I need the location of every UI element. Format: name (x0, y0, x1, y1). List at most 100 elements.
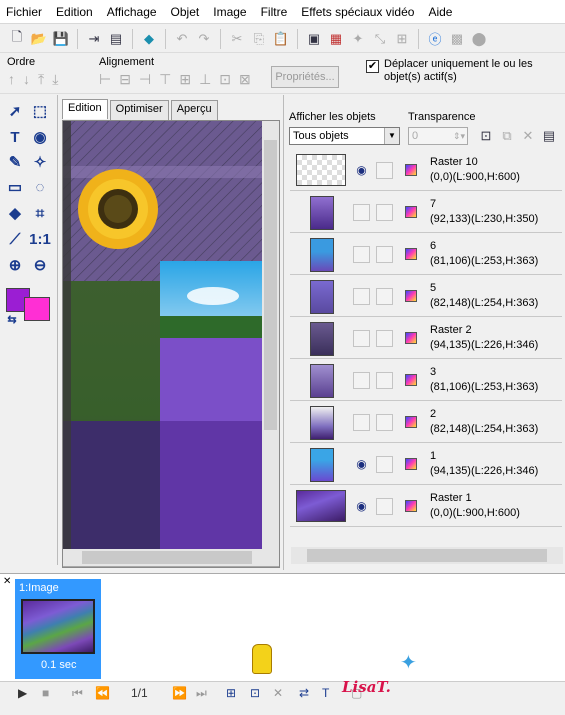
layer-row[interactable]: Raster 2 (94,135)(L:226,H:346) (290, 318, 562, 359)
lock-toggle[interactable] (376, 456, 393, 473)
browser-icon[interactable]: ⓔ (426, 30, 444, 48)
first-frame-icon[interactable]: ⏮ (72, 686, 83, 701)
align-left-icon[interactable]: ⊢ (99, 71, 111, 88)
play-icon[interactable]: ▶ (18, 686, 27, 700)
menu-image[interactable]: Image (213, 5, 246, 19)
next-frame-icon[interactable]: ⏩ (172, 686, 187, 700)
zoom-out-icon[interactable]: ⊖ (30, 255, 50, 275)
move-down-icon[interactable]: ↓ (23, 71, 30, 88)
visibility-toggle[interactable] (353, 414, 370, 431)
eye-icon[interactable]: ◉ (353, 499, 370, 514)
layer-row[interactable]: ◉ Raster 10 (0,0)(L:900,H:600) (290, 150, 562, 191)
animation-frame[interactable]: 1:Image 0.1 sec (15, 579, 101, 679)
visibility-toggle[interactable] (353, 204, 370, 221)
lock-toggle[interactable] (376, 204, 393, 221)
effect-icon[interactable]: ✦ (349, 30, 367, 48)
close-icon[interactable]: ✕ (3, 576, 11, 587)
move-top-icon[interactable]: ⤒ (38, 71, 44, 88)
tab-edition[interactable]: Edition (62, 99, 108, 119)
swap-colors-icon[interactable]: ⇆ (2, 309, 22, 329)
stop-icon[interactable]: ■ (42, 686, 49, 700)
eraser-tool-icon[interactable]: ▭ (5, 177, 25, 197)
transition-icon[interactable]: ⇄ (299, 686, 309, 700)
open-folder-icon[interactable]: 📂 (30, 30, 48, 48)
copy-icon[interactable]: ⎘ (250, 30, 268, 48)
visibility-toggle[interactable] (353, 246, 370, 263)
resize-icon[interactable]: ⤡ (371, 30, 389, 48)
fill-tool-icon[interactable]: ◆ (5, 203, 25, 223)
tab-apercu[interactable]: Aperçu (170, 100, 218, 120)
transparency-stepper[interactable]: 0 ⇕▾ (408, 127, 468, 145)
lock-toggle[interactable] (376, 498, 393, 515)
import-icon[interactable]: ⇥ (85, 30, 103, 48)
layer-row[interactable]: 2 (82,148)(L:254,H:363) (290, 402, 562, 443)
cut-icon[interactable]: ✂ (228, 30, 246, 48)
delete-object-icon[interactable]: ✕ (519, 127, 537, 145)
wizard-icon[interactable]: ◆ (140, 30, 158, 48)
align-bottom-icon[interactable]: ⊥ (199, 71, 211, 88)
menu-affichage[interactable]: Affichage (107, 5, 157, 19)
layer-row[interactable]: 6 (81,106)(L:253,H:363) (290, 234, 562, 275)
zoom-in-icon[interactable]: ⊕ (5, 255, 25, 275)
align-top-icon[interactable]: ⊤ (159, 71, 171, 88)
actual-size-icon[interactable]: 1:1 (29, 229, 51, 249)
brush-tool-icon[interactable]: ✎ (5, 152, 25, 172)
layer-row[interactable]: 5 (82,148)(L:254,H:363) (290, 276, 562, 317)
distribute-h-icon[interactable]: ⊡ (219, 71, 231, 88)
delete-frame-icon[interactable]: ✕ (273, 686, 283, 700)
layer-row[interactable]: 7 (92,133)(L:230,H:350) (290, 192, 562, 233)
lock-toggle[interactable] (376, 162, 393, 179)
tab-optimiser[interactable]: Optimiser (109, 100, 169, 120)
canvas-vertical-scroll-thumb[interactable] (264, 140, 277, 430)
distribute-v-icon[interactable]: ⊠ (239, 71, 251, 88)
menu-edition[interactable]: Edition (56, 5, 93, 19)
menu-fichier[interactable]: Fichier (6, 5, 42, 19)
pattern-icon[interactable]: ▩ (448, 30, 466, 48)
layer-row[interactable]: 3 (81,106)(L:253,H:363) (290, 360, 562, 401)
background-color-swatch[interactable] (24, 297, 50, 321)
visibility-toggle[interactable] (353, 372, 370, 389)
save-icon[interactable]: 💾 (52, 30, 70, 48)
undo-icon[interactable]: ↶ (173, 30, 191, 48)
layer-row[interactable]: ◉ 1 (94,135)(L:226,H:346) (290, 444, 562, 485)
selection-tool-icon[interactable]: ⬚ (30, 101, 50, 121)
properties-button[interactable]: Propriétés... (271, 66, 339, 88)
menu-aide[interactable]: Aide (428, 5, 452, 19)
move-active-only-checkbox[interactable]: ✔ (366, 60, 379, 73)
align-center-icon[interactable]: ⊟ (119, 71, 131, 88)
new-file-icon[interactable]: 🗋 (8, 29, 26, 48)
visibility-toggle[interactable] (353, 330, 370, 347)
layers-scroll-thumb[interactable] (307, 549, 547, 562)
eye-icon[interactable]: ◉ (353, 163, 370, 178)
menu-filtre[interactable]: Filtre (261, 5, 288, 19)
last-frame-icon[interactable]: ⏭ (196, 686, 207, 701)
insert-frame-icon[interactable]: ⊡ (250, 686, 260, 700)
help-icon[interactable]: ⬤ (470, 30, 488, 48)
rotate-tool-icon[interactable]: ◉ (30, 127, 50, 147)
frame-icon[interactable]: ▦ (327, 30, 345, 48)
lock-toggle[interactable] (376, 246, 393, 263)
lock-toggle[interactable] (376, 330, 393, 347)
move-bottom-icon[interactable]: ⤓ (52, 71, 58, 88)
previous-frame-icon[interactable]: ⏪ (95, 686, 110, 700)
add-frame-icon[interactable]: ⊞ (226, 686, 236, 700)
layer-row[interactable]: ◉ Raster 1 (0,0)(L:900,H:600) (290, 486, 562, 527)
menu-objet[interactable]: Objet (171, 5, 200, 19)
visibility-toggle[interactable] (353, 288, 370, 305)
duplicate-object-icon[interactable]: ⧉ (498, 127, 516, 145)
align-middle-icon[interactable]: ⊞ (179, 71, 191, 88)
crop-icon[interactable]: ▣ (305, 30, 323, 48)
lock-toggle[interactable] (376, 414, 393, 431)
eye-icon[interactable]: ◉ (353, 457, 370, 472)
align-right-icon[interactable]: ⊣ (139, 71, 151, 88)
crop-tool-icon[interactable]: ⌗ (30, 203, 50, 223)
magic-wand-icon[interactable]: ✧ (30, 152, 50, 172)
grid-icon[interactable]: ⊞ (393, 30, 411, 48)
canvas-horizontal-scroll-thumb[interactable] (82, 551, 252, 564)
menu-effets-video[interactable]: Effets spéciaux vidéo (301, 5, 414, 19)
image-canvas[interactable] (62, 120, 280, 568)
lock-toggle[interactable] (376, 288, 393, 305)
lock-toggle[interactable] (376, 372, 393, 389)
eyedropper-icon[interactable]: ⟋ (5, 229, 25, 249)
redo-icon[interactable]: ↷ (195, 30, 213, 48)
